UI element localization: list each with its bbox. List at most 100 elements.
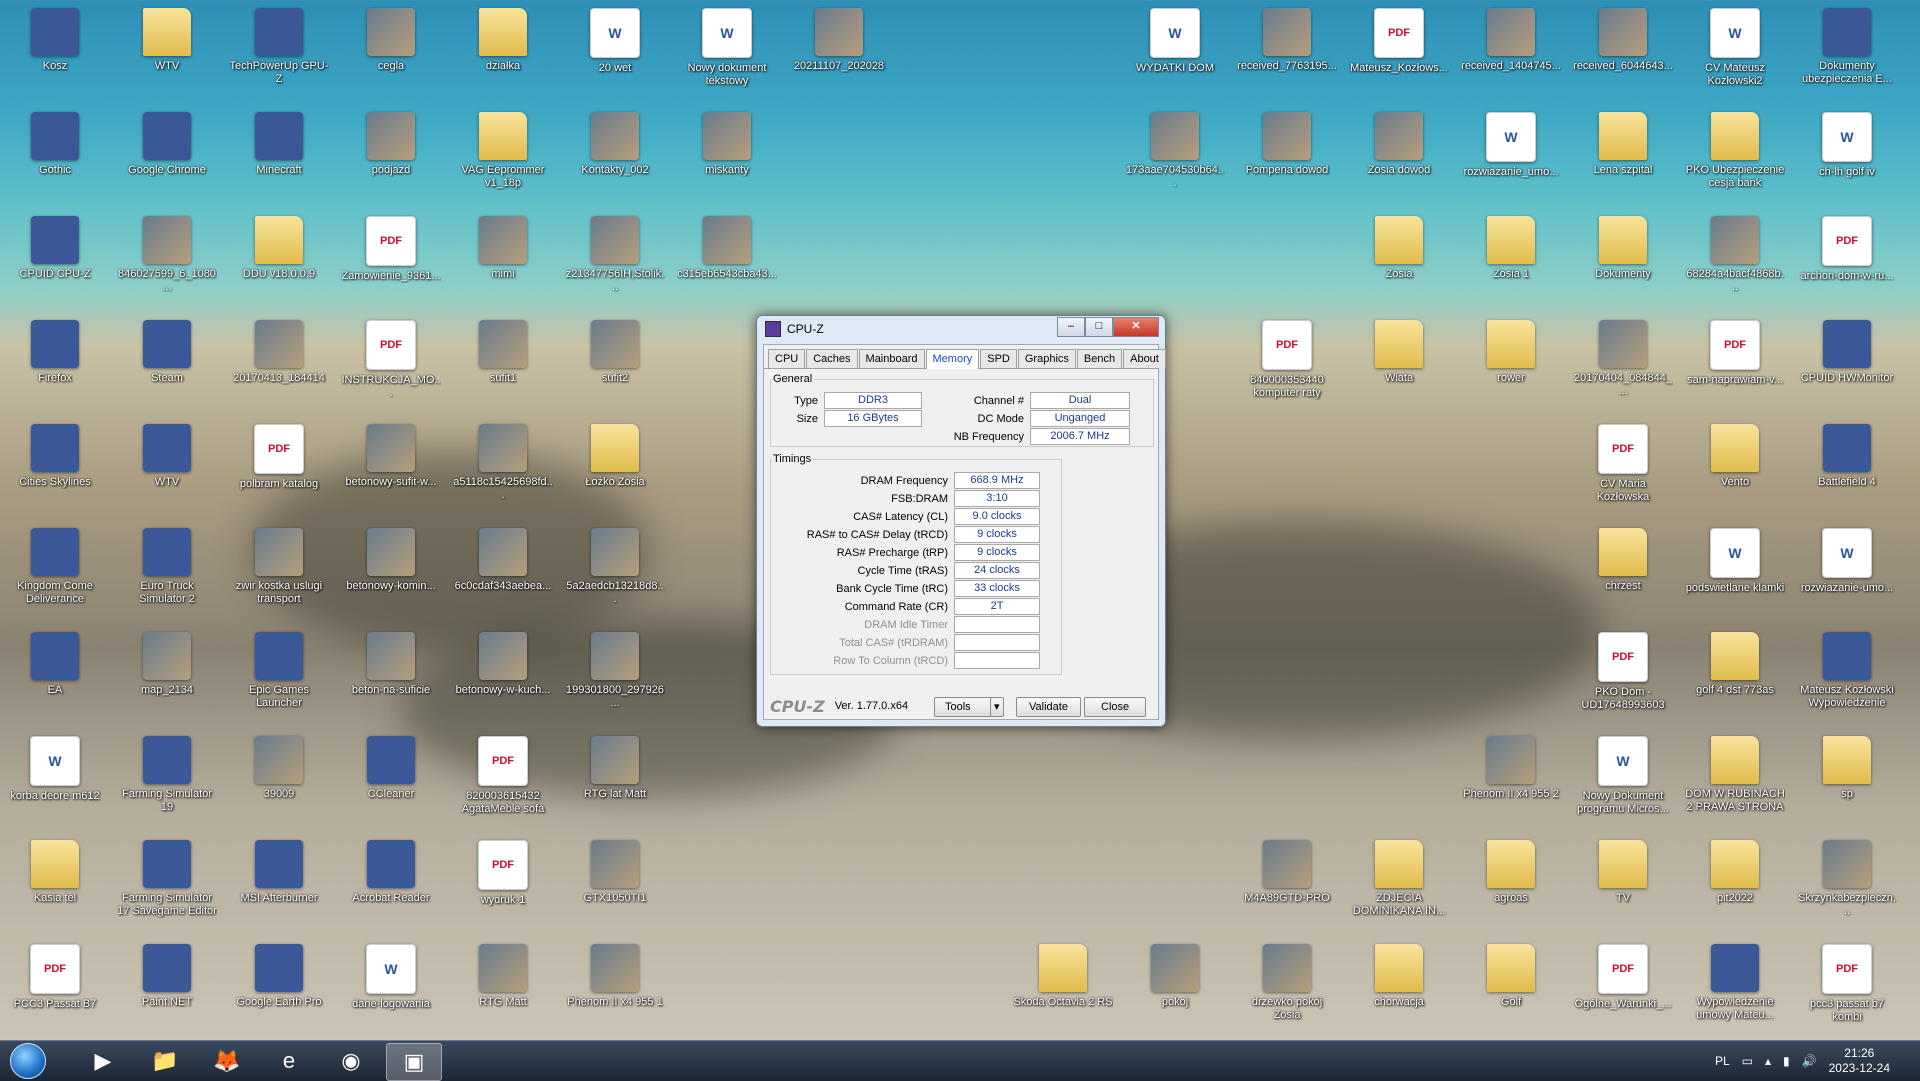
desktop-icon[interactable]: PDF polbram katalog: [229, 416, 329, 520]
desktop-icon[interactable]: Epic Games Launcher: [229, 624, 329, 728]
desktop-icon[interactable]: Battlefield 4: [1797, 416, 1897, 520]
desktop-icon[interactable]: 173aae704530b64...: [1125, 104, 1225, 208]
desktop-icon[interactable]: PDF pcc3 passat b7 kombi: [1797, 936, 1897, 1040]
desktop-icon[interactable]: Wpodswietlane klamki: [1685, 520, 1785, 624]
desktop-icon[interactable]: Wiata: [1349, 312, 1449, 416]
show-hidden-icons-icon[interactable]: ▴: [1765, 1054, 1771, 1068]
desktop-icon[interactable]: CCleaner: [341, 728, 441, 832]
cpuz-icon[interactable]: ▣: [386, 1043, 442, 1081]
desktop-icon[interactable]: mimi: [453, 208, 553, 312]
desktop-icon[interactable]: Google Chrome: [117, 104, 217, 208]
desktop-icon[interactable]: CPUID HWMonitor: [1797, 312, 1897, 416]
desktop-icon[interactable]: W 20 wet: [565, 0, 665, 104]
desktop-icon[interactable]: z21347756IH,Stolik...: [565, 208, 665, 312]
desktop-icon[interactable]: Vento: [1685, 416, 1785, 520]
desktop-icon[interactable]: ZDJECIA DOMINIKANA IN...: [1349, 832, 1449, 936]
desktop-icon[interactable]: 6c0cdaf343aebea...: [453, 520, 553, 624]
desktop-icon[interactable]: c315eb6543cba43...: [677, 208, 777, 312]
desktop-icon[interactable]: Skoda Octavia 2 RS: [1013, 936, 1113, 1040]
tab-memory[interactable]: Memory: [925, 349, 980, 369]
desktop-icon[interactable]: cegla: [341, 0, 441, 104]
desktop-icon[interactable]: WTV: [117, 416, 217, 520]
desktop-icon[interactable]: betonowy-sufit-w...: [341, 416, 441, 520]
tab-cpu[interactable]: CPU: [768, 349, 806, 368]
minimize-button[interactable]: –: [1057, 317, 1085, 337]
desktop-icon[interactable]: received_6044643...: [1573, 0, 1673, 104]
tray-monitor-icon[interactable]: ▭: [1742, 1054, 1753, 1068]
desktop-icon[interactable]: sp: [1797, 728, 1897, 832]
desktop-icon[interactable]: Dokumenty: [1573, 208, 1673, 312]
close-button[interactable]: Close: [1084, 697, 1147, 717]
desktop-icon[interactable]: Euro Truck Simulator 2: [117, 520, 217, 624]
desktop-icon[interactable]: 39009: [229, 728, 329, 832]
close-window-button[interactable]: ✕: [1113, 317, 1159, 337]
desktop-icon[interactable]: 20170413_184414: [229, 312, 329, 416]
network-icon[interactable]: ▮: [1783, 1054, 1790, 1068]
tools-dropdown-arrow-icon[interactable]: ▾: [990, 697, 1004, 717]
desktop-icon[interactable]: 5a2aedcb13218d8...: [565, 520, 665, 624]
desktop-icon[interactable]: 846027599_6_1080...: [117, 208, 217, 312]
desktop-icon[interactable]: PKO Ubezpieczenie cesja bank: [1685, 104, 1785, 208]
desktop-icon[interactable]: Steam: [117, 312, 217, 416]
desktop-icon[interactable]: VAG Eeprommer v1_18p: [453, 104, 553, 208]
desktop-icon[interactable]: CPUID CPU-Z: [5, 208, 105, 312]
desktop-icon[interactable]: Phenom II x4 955 2: [1461, 728, 1561, 832]
desktop-icon[interactable]: Google Earth Pro: [229, 936, 329, 1040]
desktop-icon[interactable]: chorwacja: [1349, 936, 1449, 1040]
desktop-icon[interactable]: PDF INSTRUKCJA_MO...: [341, 312, 441, 416]
desktop-icon[interactable]: Farming Simulator 17 Savegame Editor: [117, 832, 217, 936]
chrome-icon[interactable]: ◉: [324, 1043, 378, 1079]
desktop-icon[interactable]: golf 4 dst 773as: [1685, 624, 1785, 728]
desktop-icon[interactable]: 20170404_084844_...: [1573, 312, 1673, 416]
tab-mainboard[interactable]: Mainboard: [858, 349, 925, 368]
start-button[interactable]: [6, 1043, 50, 1079]
desktop-icon[interactable]: PDF archon-dom-w-ru...: [1797, 208, 1897, 312]
desktop-icon[interactable]: pokoj: [1125, 936, 1225, 1040]
desktop-icon[interactable]: Wch-lh golf iv: [1797, 104, 1897, 208]
desktop-icon[interactable]: PDF Zamowienie_9361...: [341, 208, 441, 312]
desktop-icon[interactable]: Mateusz Kozłowski Wypowiedzenie: [1797, 624, 1897, 728]
media-player-icon[interactable]: ▶: [76, 1043, 130, 1079]
desktop-icon[interactable]: pit2022: [1685, 832, 1785, 936]
desktop-icon[interactable]: TechPowerUp GPU-Z: [229, 0, 329, 104]
desktop-icon[interactable]: MSI Afterburner: [229, 832, 329, 936]
desktop-icon[interactable]: betonowy-w-kuch...: [453, 624, 553, 728]
tab-spd[interactable]: SPD: [980, 349, 1017, 368]
desktop-icon[interactable]: Kosz: [5, 0, 105, 104]
desktop-icon[interactable]: PDF PCC3 Passat B7: [5, 936, 105, 1040]
desktop-icon[interactable]: RTG lat Matt: [565, 728, 665, 832]
desktop-icon[interactable]: rower: [1461, 312, 1561, 416]
desktop-icon[interactable]: Farming Simulator 19: [117, 728, 217, 832]
desktop-icon[interactable]: Golf: [1461, 936, 1561, 1040]
desktop-icon[interactable]: PDF CV Maria Kozłowska: [1573, 416, 1673, 520]
desktop-icon[interactable]: 68284a4bacf4868b...: [1685, 208, 1785, 312]
firefox-icon[interactable]: 🦊: [200, 1043, 254, 1079]
tab-about[interactable]: About: [1123, 349, 1166, 368]
desktop-icon[interactable]: Wypowiedzenie umowy Mateu...: [1685, 936, 1785, 1040]
desktop-icon[interactable]: drzewko pokój Zosia: [1237, 936, 1337, 1040]
desktop-icon[interactable]: betonowy-komin...: [341, 520, 441, 624]
desktop-icon[interactable]: map_2134: [117, 624, 217, 728]
desktop-icon[interactable]: Pompena dowod: [1237, 104, 1337, 208]
volume-icon[interactable]: 🔊: [1802, 1054, 1817, 1068]
desktop-icon[interactable]: a5118c15425698fd...: [453, 416, 553, 520]
desktop-icon[interactable]: PDF Ogólne_Warunki_...: [1573, 936, 1673, 1040]
tab-graphics[interactable]: Graphics: [1017, 349, 1076, 368]
desktop-icon[interactable]: Wdane-logowania: [341, 936, 441, 1040]
desktop-icon[interactable]: Kasia tel: [5, 832, 105, 936]
desktop-icon[interactable]: Kontakty_002: [565, 104, 665, 208]
desktop-icon[interactable]: działka: [453, 0, 553, 104]
desktop-icon[interactable]: TV: [1573, 832, 1673, 936]
desktop-icon[interactable]: PDF wydruk-1: [453, 832, 553, 936]
desktop-icon[interactable]: Minecraft: [229, 104, 329, 208]
desktop-icon[interactable]: agroas: [1461, 832, 1561, 936]
desktop-icon[interactable]: received_7763195...: [1237, 0, 1337, 104]
desktop-icon[interactable]: sufit1: [453, 312, 553, 416]
desktop-icon[interactable]: Cities Skylines: [5, 416, 105, 520]
desktop-icon[interactable]: RTG Matt: [453, 936, 553, 1040]
desktop-icon[interactable]: W Nowy Dokument programu Micros...: [1573, 728, 1673, 832]
language-indicator[interactable]: PL: [1715, 1054, 1730, 1068]
desktop-icon[interactable]: Phenom II x4 955 1: [565, 936, 665, 1040]
desktop-icon[interactable]: W WYDATKI DOM: [1125, 0, 1225, 104]
desktop-icon[interactable]: Łożko Zosia: [565, 416, 665, 520]
